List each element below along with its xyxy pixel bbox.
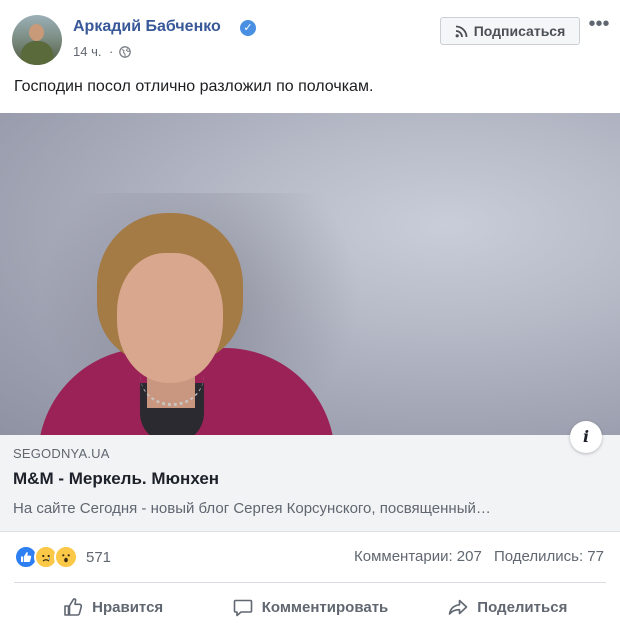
link-domain: SEGODNYA.UA bbox=[13, 446, 110, 461]
photo-face bbox=[117, 253, 223, 383]
author-name[interactable]: Аркадий Бабченко bbox=[73, 18, 221, 36]
info-icon[interactable]: i bbox=[570, 421, 602, 453]
reactions-summary[interactable]: 571 bbox=[14, 545, 111, 569]
more-options-icon[interactable]: ••• bbox=[588, 14, 610, 38]
rss-icon bbox=[455, 25, 468, 37]
post-timestamp[interactable]: 14 ч. bbox=[73, 44, 101, 59]
thumbs-up-icon bbox=[64, 598, 83, 616]
link-title[interactable]: M&M - Меркель. Мюнхен bbox=[13, 469, 219, 489]
shares-count[interactable]: Поделились: 77 bbox=[494, 548, 604, 565]
link-preview-image[interactable] bbox=[0, 113, 620, 435]
link-description: На сайте Сегодня - новый блог Сергея Кор… bbox=[13, 500, 491, 517]
comment-icon bbox=[233, 599, 253, 617]
wow-icon bbox=[54, 545, 78, 569]
share-button-label: Поделиться bbox=[477, 598, 568, 616]
post-text: Господин посол отлично разложил по полоч… bbox=[14, 78, 374, 95]
share-button[interactable]: Поделиться bbox=[409, 587, 606, 627]
link-preview-card[interactable]: i SEGODNYA.UA M&M - Меркель. Мюнхен На с… bbox=[0, 421, 620, 532]
reactions-count[interactable]: 571 bbox=[86, 549, 111, 566]
share-icon bbox=[448, 599, 468, 615]
comment-button-label: Комментировать bbox=[261, 598, 389, 616]
like-button-label: Нравится bbox=[92, 598, 164, 616]
author-avatar[interactable] bbox=[12, 15, 62, 65]
post-actions: Нравится Комментировать Поделиться bbox=[14, 587, 606, 627]
avatar-body bbox=[21, 41, 53, 65]
subscribe-label: Подписаться bbox=[473, 23, 566, 39]
verified-badge-icon: ✓ bbox=[240, 20, 256, 36]
avatar-head bbox=[29, 24, 44, 41]
like-button[interactable]: Нравится bbox=[14, 587, 211, 627]
post-header: Аркадий Бабченко ✓ 14 ч. · Подписаться •… bbox=[0, 0, 620, 70]
divider bbox=[14, 582, 606, 583]
engagement-counts: Комментарии: 207 Поделились: 77 bbox=[354, 548, 604, 565]
separator-dot: · bbox=[109, 44, 114, 59]
comment-button[interactable]: Комментировать bbox=[211, 587, 408, 627]
globe-icon[interactable] bbox=[119, 46, 131, 58]
subscribe-button[interactable]: Подписаться bbox=[440, 17, 580, 45]
comments-count[interactable]: Комментарии: 207 bbox=[354, 548, 482, 565]
